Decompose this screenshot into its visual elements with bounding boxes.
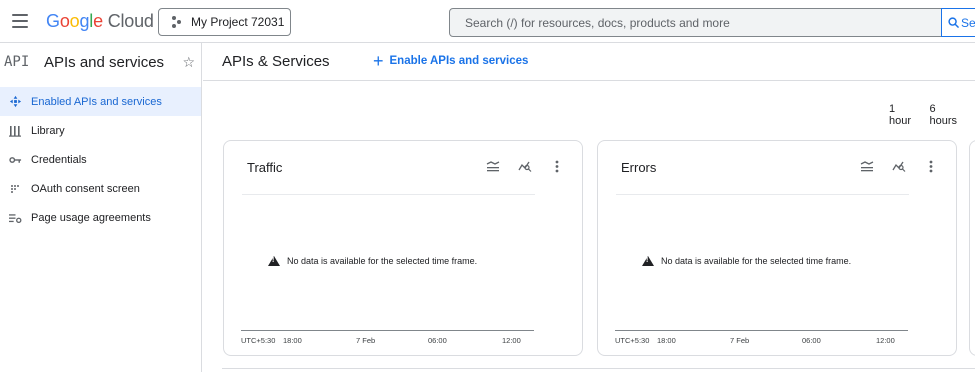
more-options-icon[interactable] — [550, 159, 564, 173]
project-icon — [171, 16, 183, 28]
legend-toggle-icon[interactable] — [860, 159, 874, 173]
traffic-card: Traffic No data is available for the sel… — [223, 140, 583, 356]
card-title: Errors — [621, 160, 657, 175]
project-picker-button[interactable]: My Project 72031 — [158, 8, 291, 36]
tick-label: UTC+5:30 — [241, 336, 276, 345]
warning-icon — [642, 256, 654, 266]
project-name: My Project 72031 — [191, 15, 285, 29]
card-toolbar — [842, 159, 938, 173]
tick-label: 12:00 — [876, 336, 895, 345]
google-cloud-logo[interactable]: Google Cloud — [46, 11, 154, 32]
search-button-label: Se — [961, 15, 975, 30]
x-axis — [241, 330, 534, 331]
no-data-message: No data is available for the selected ti… — [268, 256, 477, 266]
more-options-icon[interactable] — [924, 159, 938, 173]
search-input[interactable]: Search (/) for resources, docs, products… — [449, 8, 942, 37]
sidebar-item-oauth[interactable]: OAuth consent screen — [0, 174, 201, 203]
sidebar-header: API APIs and services ☆ — [0, 43, 201, 81]
x-axis-ticks: UTC+5:30 18:00 7 Feb 06:00 12:00 — [615, 336, 908, 348]
sidebar-title: APIs and services — [44, 53, 165, 71]
sidebar-nav: Enabled APIs and services Library Creden… — [0, 87, 201, 232]
search-placeholder: Search (/) for resources, docs, products… — [465, 15, 730, 30]
top-bar: Google Cloud My Project 72031 Search (/)… — [0, 0, 975, 43]
tick-label: 18:00 — [657, 336, 676, 345]
explore-chart-icon[interactable] — [892, 159, 906, 173]
sidebar-item-label: Library — [31, 124, 65, 137]
sidebar: API APIs and services ☆ Enabled APIs and… — [0, 43, 202, 372]
legend-toggle-icon[interactable] — [486, 159, 500, 173]
diamond-nav-icon — [8, 95, 22, 109]
sidebar-item-label: OAuth consent screen — [31, 182, 140, 195]
bottom-divider — [222, 368, 975, 369]
no-data-text: No data is available for the selected ti… — [287, 256, 478, 266]
no-data-message: No data is available for the selected ti… — [642, 256, 851, 266]
sidebar-item-credentials[interactable]: Credentials — [0, 145, 201, 174]
time-option-1-hour[interactable]: 1 hour — [889, 103, 917, 127]
tick-label: 7 Feb — [356, 336, 376, 345]
consent-icon — [8, 182, 22, 196]
sidebar-item-label: Credentials — [31, 153, 87, 166]
plus-icon: + — [373, 51, 384, 71]
api-logo-icon: API — [4, 54, 30, 70]
card-divider — [616, 194, 909, 195]
sidebar-item-enabled-apis[interactable]: Enabled APIs and services — [0, 87, 201, 116]
main-header: APIs & Services + Enable APIs and servic… — [203, 43, 975, 81]
sidebar-item-page-usage[interactable]: Page usage agreements — [0, 203, 201, 232]
explore-chart-icon[interactable] — [518, 159, 532, 173]
card-divider — [242, 194, 535, 195]
tick-label: 06:00 — [802, 336, 821, 345]
search-icon — [948, 17, 959, 28]
enable-apis-button[interactable]: + Enable APIs and services — [373, 51, 529, 71]
partial-card — [969, 140, 975, 356]
page-title: APIs & Services — [222, 53, 330, 70]
tick-label: 7 Feb — [730, 336, 750, 345]
time-range-selector: 1 hour 6 hours — [889, 103, 975, 127]
time-option-6-hours[interactable]: 6 hours — [929, 103, 963, 127]
tick-label: 18:00 — [283, 336, 302, 345]
library-icon — [8, 124, 22, 138]
star-icon[interactable]: ☆ — [182, 54, 195, 71]
x-axis-ticks: UTC+5:30 18:00 7 Feb 06:00 12:00 — [241, 336, 534, 348]
card-toolbar — [468, 159, 564, 173]
search-button[interactable]: Se — [941, 8, 975, 37]
errors-card: Errors No data is available for the sele… — [597, 140, 957, 356]
card-title: Traffic — [247, 160, 283, 175]
sidebar-item-library[interactable]: Library — [0, 116, 201, 145]
key-icon — [8, 153, 22, 167]
tick-label: UTC+5:30 — [615, 336, 650, 345]
settings-list-icon — [8, 211, 22, 225]
sidebar-item-label: Enabled APIs and services — [31, 95, 162, 108]
tick-label: 12:00 — [502, 336, 521, 345]
main-menu-icon[interactable] — [12, 14, 28, 28]
enable-apis-label: Enable APIs and services — [389, 55, 529, 67]
sidebar-item-label: Page usage agreements — [31, 211, 151, 224]
warning-icon — [268, 256, 280, 266]
no-data-text: No data is available for the selected ti… — [661, 256, 852, 266]
x-axis — [615, 330, 908, 331]
tick-label: 06:00 — [428, 336, 447, 345]
